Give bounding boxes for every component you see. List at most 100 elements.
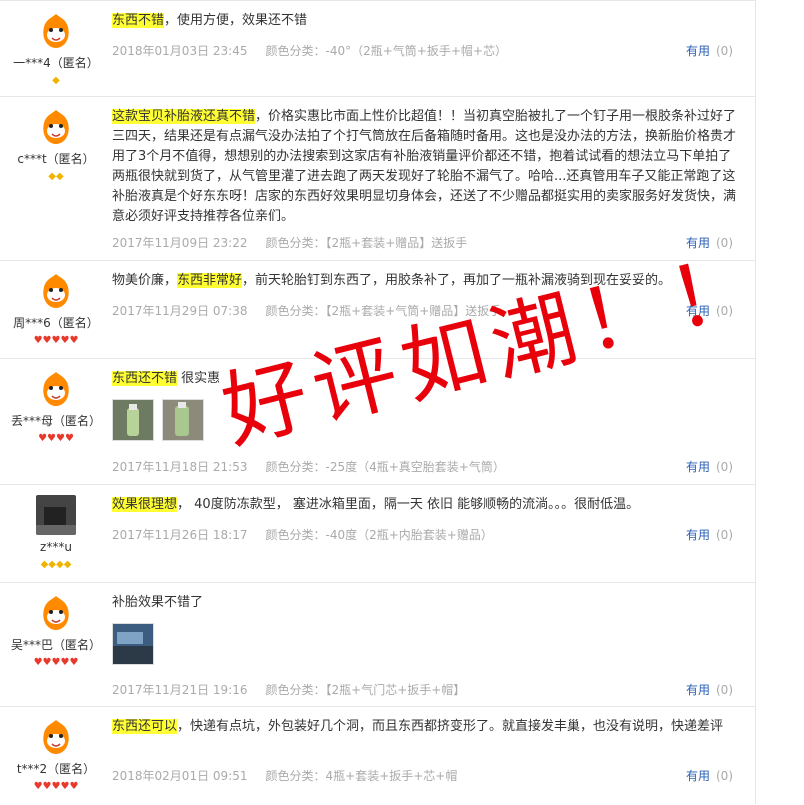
useful-control: 有用 (0): [686, 234, 733, 251]
heart-badge-icon: ♥: [60, 335, 70, 346]
useful-button[interactable]: 有用: [686, 528, 710, 542]
reviewer-info: 周***6（匿名） ♥♥♥♥♥: [0, 261, 112, 346]
credit-badges: ♥♥♥♥♥: [0, 333, 112, 346]
diamond-badge-icon: ◆: [48, 171, 56, 182]
review-text: 效果很理想， 40度防冻款型， 塞进冰箱里面，隔一天 依旧 能够顺畅的流淌。。。…: [112, 495, 744, 515]
credit-badges: ♥♥♥♥♥: [0, 779, 112, 792]
diamond-badge-icon: ◆: [56, 171, 64, 182]
review-item: z***u ◆◆◆◆ 效果很理想， 40度防冻款型， 塞进冰箱里面，隔一天 依旧…: [0, 484, 755, 583]
useful-button[interactable]: 有用: [686, 304, 710, 318]
review-date: 2018年02月01日 09:51: [112, 769, 248, 783]
review-highlight: 效果很理想: [112, 497, 178, 512]
orange-mascot-avatar: [36, 11, 76, 51]
color-label: 颜色分类：: [265, 44, 326, 58]
reviewer-info: t***2（匿名） ♥♥♥♥♥: [0, 707, 112, 792]
credit-badges: ♥♥♥♥: [0, 431, 112, 444]
diamond-badge-icon: ◆: [63, 559, 72, 570]
heart-badge-icon: ♥: [69, 781, 79, 792]
review-item: 周***6（匿名） ♥♥♥♥♥ 物美价廉，东西非常好，前天轮胎钉到东西了，用胶条…: [0, 260, 755, 359]
color-label: 颜色分类：: [265, 236, 326, 250]
review-body: ，快递有点坑，外包装好几个洞，而且东西都挤变形了。就直接发丰巢，也没有说明，快递…: [177, 719, 724, 734]
heart-badge-icon: ♥: [33, 781, 43, 792]
useful-count: (0): [716, 44, 733, 58]
review-highlight: 这款宝贝补胎液还真不错: [112, 109, 256, 124]
useful-button[interactable]: 有用: [686, 460, 710, 474]
useful-control: 有用 (0): [686, 767, 733, 784]
orange-mascot-avatar: [36, 369, 76, 409]
heart-badge-icon: ♥: [42, 335, 52, 346]
orange-mascot-avatar: [36, 271, 76, 311]
review-highlight: 东西非常好: [177, 273, 243, 288]
review-meta: 2017年11月29日 07:38 颜色分类：【2瓶+套装+气筒+赠品】送扳手: [112, 302, 501, 319]
review-date: 2017年11月29日 07:38: [112, 304, 248, 318]
useful-control: 有用 (0): [686, 302, 733, 319]
product-photo-thumbnail[interactable]: [162, 399, 204, 441]
useful-button[interactable]: 有用: [686, 236, 710, 250]
credit-badges: ◆◆: [0, 169, 112, 182]
useful-control: 有用 (0): [686, 681, 733, 698]
reviewer-name: t***2（匿名）: [16, 762, 96, 776]
right-gutter: [756, 0, 804, 804]
review-item: 一***4（匿名） ◆ 东西不错，使用方便，效果还不错 2018年01月03日 …: [0, 0, 755, 97]
review-meta: 2017年11月09日 23:22 颜色分类：【2瓶+套装+赠品】送扳手: [112, 234, 467, 251]
review-date: 2017年11月21日 19:16: [112, 683, 248, 697]
review-text: 东西还不错 很实惠: [112, 369, 744, 389]
tire-photo-thumbnail[interactable]: [112, 623, 154, 665]
heart-badge-icon: ♥: [69, 657, 79, 668]
diamond-badge-icon: ◆: [40, 559, 49, 570]
color-value: -25度（4瓶+真空胎套装+气筒）: [325, 460, 505, 474]
review-meta: 2017年11月18日 21:53 颜色分类：-25度（4瓶+真空胎套装+气筒）: [112, 458, 505, 475]
review-body: ，价格实惠比市面上性价比超值！！当初真空胎被扎了一个钉子用一根胶条补过好了三四天…: [112, 109, 737, 224]
color-value: -40度（2瓶+内胎套装+赠品）: [325, 528, 493, 542]
review-item: 丢***母（匿名） ♥♥♥♥ 东西还不错 很实惠 2017年11月18日 21:…: [0, 358, 755, 485]
product-photo-thumbnail[interactable]: [112, 399, 154, 441]
useful-button[interactable]: 有用: [686, 769, 710, 783]
heart-badge-icon: ♥: [64, 433, 74, 444]
review-photos: [112, 623, 162, 665]
diamond-badge-icon: ◆: [48, 559, 56, 570]
review-body: ，前天轮胎钉到东西了，用胶条补了，再加了一瓶补漏液骑到现在妥妥的。: [242, 273, 672, 288]
review-meta: 2017年11月26日 18:17 颜色分类：-40度（2瓶+内胎套装+赠品）: [112, 526, 493, 543]
reviewer-info: 一***4（匿名） ◆: [0, 1, 112, 86]
useful-control: 有用 (0): [686, 458, 733, 475]
review-text: 物美价廉，东西非常好，前天轮胎钉到东西了，用胶条补了，再加了一瓶补漏液骑到现在妥…: [112, 271, 744, 291]
heart-badge-icon: ♥: [38, 433, 48, 444]
heart-badge-icon: ♥: [51, 657, 61, 668]
review-text: 这款宝贝补胎液还真不错，价格实惠比市面上性价比超值！！当初真空胎被扎了一个钉子用…: [112, 107, 744, 227]
color-value: 【2瓶+套装+气筒+赠品】送扳手: [325, 304, 502, 318]
orange-mascot-avatar: [36, 717, 76, 757]
review-item: t***2（匿名） ♥♥♥♥♥ 东西还可以，快递有点坑，外包装好几个洞，而且东西…: [0, 706, 755, 805]
reviewer-info: c***t（匿名） ◆◆: [0, 97, 112, 182]
useful-count: (0): [716, 683, 733, 697]
orange-mascot-avatar: [36, 107, 76, 147]
heart-badge-icon: ♥: [47, 433, 56, 444]
review-body: 很实惠: [177, 371, 221, 386]
heart-badge-icon: ♥: [56, 433, 65, 444]
reviewer-name: z***u: [40, 540, 72, 554]
color-label: 颜色分类：: [265, 528, 326, 542]
color-label: 颜色分类：: [265, 304, 326, 318]
review-date: 2017年11月26日 18:17: [112, 528, 248, 542]
heart-badge-icon: ♥: [33, 657, 43, 668]
orange-mascot-avatar: [36, 593, 76, 633]
reviewer-info: 丢***母（匿名） ♥♥♥♥: [0, 359, 112, 444]
useful-button[interactable]: 有用: [686, 683, 710, 697]
credit-badges: ◆◆◆◆: [0, 557, 112, 570]
heart-badge-icon: ♥: [51, 335, 61, 346]
color-label: 颜色分类：: [265, 460, 326, 474]
useful-button[interactable]: 有用: [686, 44, 710, 58]
review-photos: [112, 399, 212, 441]
review-highlight: 东西不错: [112, 13, 165, 28]
review-text: 东西还可以，快递有点坑，外包装好几个洞，而且东西都挤变形了。就直接发丰巢，也没有…: [112, 717, 744, 737]
review-text: 补胎效果不错了: [112, 593, 744, 613]
useful-control: 有用 (0): [686, 526, 733, 543]
review-prefix: 物美价廉，: [112, 273, 178, 288]
reviewer-name: 吴***巴（匿名）: [10, 638, 101, 652]
review-meta: 2018年02月01日 09:51 颜色分类：4瓶+套装+扳手+芯+帽: [112, 767, 457, 784]
useful-count: (0): [716, 236, 733, 250]
review-highlight: 东西还不错: [112, 371, 178, 386]
review-meta: 2017年11月21日 19:16 颜色分类：【2瓶+气门芯+扳手+帽】: [112, 681, 465, 698]
reviewer-info: z***u ◆◆◆◆: [0, 485, 112, 570]
review-prefix: 补胎效果不错了: [112, 595, 204, 610]
color-value: 【2瓶+气门芯+扳手+帽】: [325, 683, 466, 697]
